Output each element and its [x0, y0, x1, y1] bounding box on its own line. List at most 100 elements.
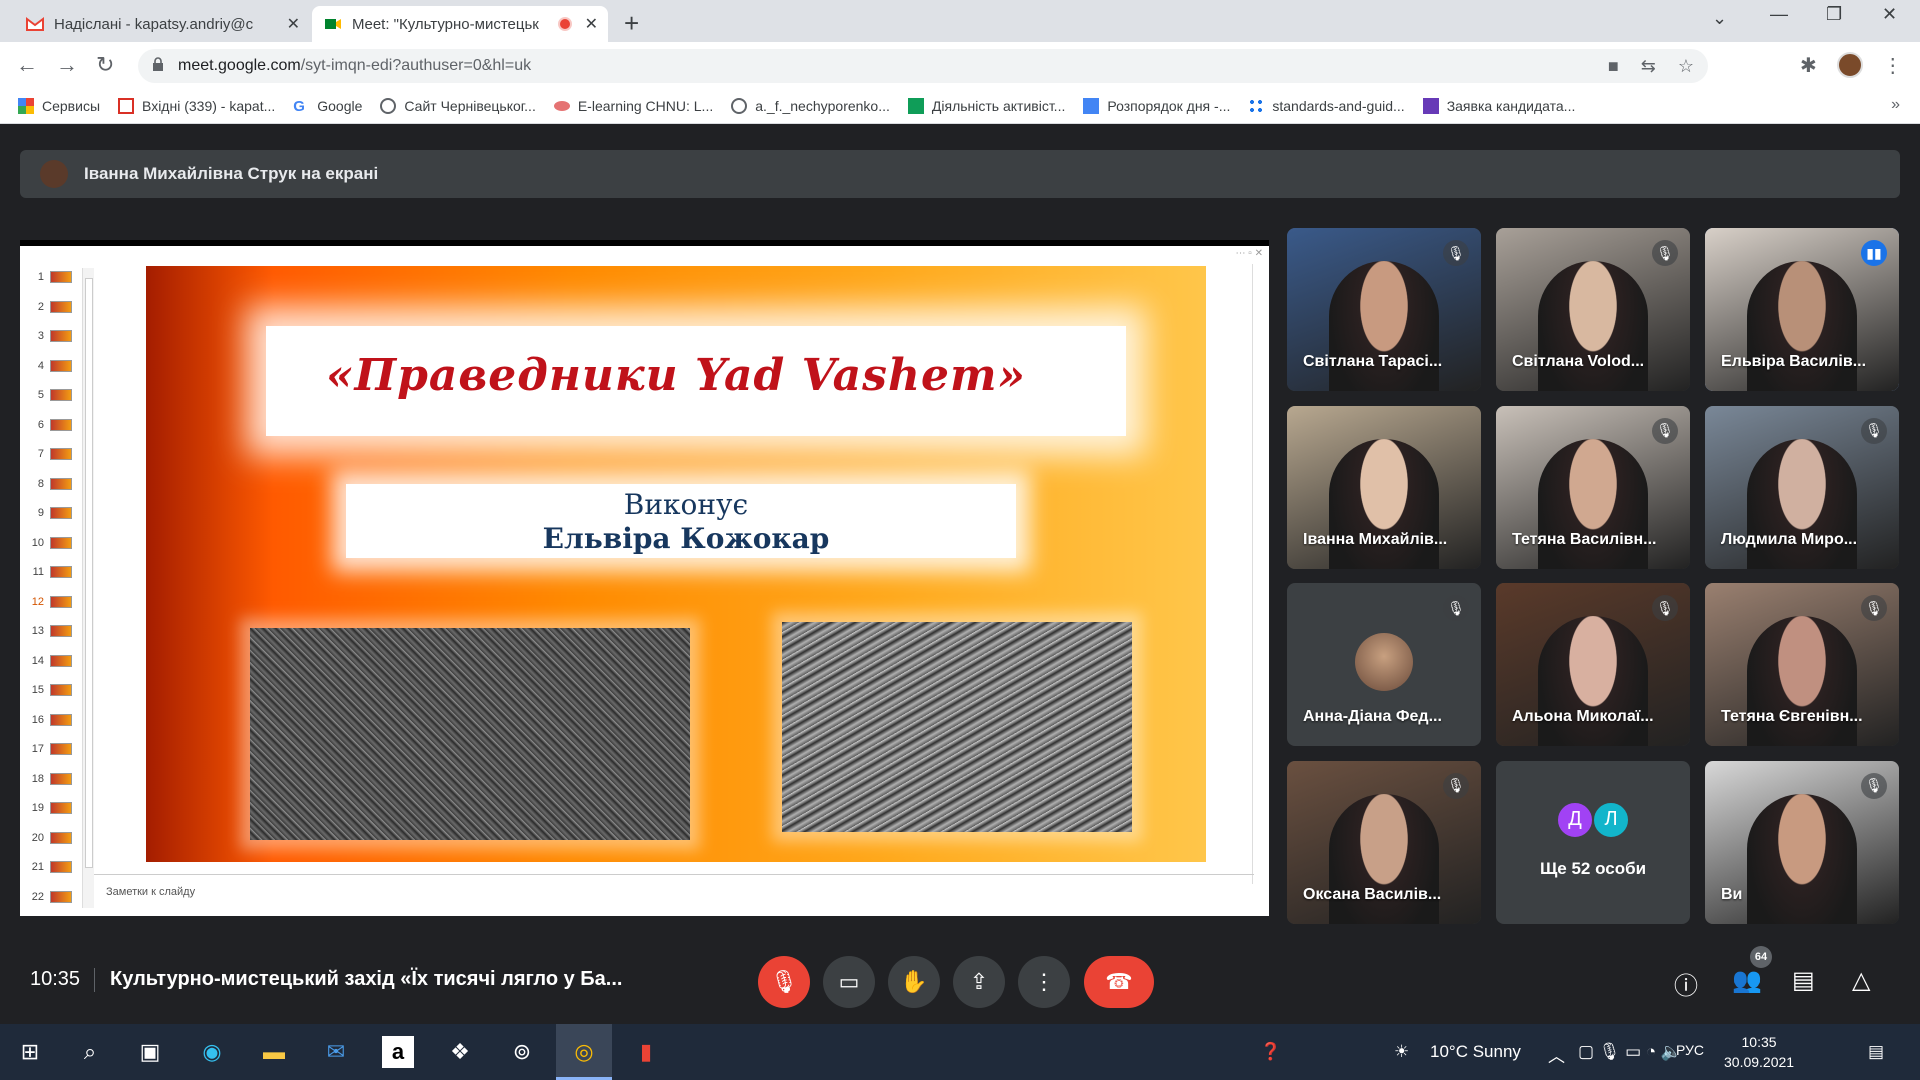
participant-tile[interactable]: 🎙 Анна-Діана Фед... — [1287, 583, 1481, 746]
star-icon[interactable]: ☆ — [1678, 56, 1694, 77]
slide-thumbnail[interactable]: 4 — [22, 355, 82, 377]
tray-icons[interactable]: ▢ 🎙 ▭ ◔ 🔈 — [1578, 1042, 1682, 1062]
bookmark-schedule[interactable]: Розпорядок дня -... — [1083, 97, 1230, 114]
slide-thumbnail[interactable]: 22 — [22, 886, 82, 908]
slide-thumbnail[interactable]: 19 — [22, 797, 82, 819]
participant-tile[interactable]: 🎙 Ви — [1705, 760, 1899, 924]
camera-icon[interactable]: ■ — [1608, 56, 1619, 77]
chrome-icon[interactable]: ◎ — [568, 1036, 600, 1068]
mic-off-button[interactable]: 🎙 — [758, 956, 810, 1008]
thumbnail-scrollbar[interactable] — [82, 268, 94, 908]
bookmark-application[interactable]: Заявка кандидата... — [1422, 97, 1575, 114]
participant-tile[interactable]: 🎙 Світлана Volod... — [1496, 228, 1690, 391]
maximize-button[interactable]: ❐ — [1826, 4, 1842, 25]
bookmark-nechyporenko[interactable]: a._f._nechyporenko... — [731, 97, 890, 114]
menu-icon[interactable]: ⋮ — [1883, 53, 1903, 78]
slide-thumbnail[interactable]: 18 — [22, 768, 82, 790]
file-explorer-icon[interactable]: ▬ — [258, 1036, 290, 1068]
slide-thumbnail[interactable]: 7 — [22, 443, 82, 465]
close-icon[interactable]: ✕ — [585, 14, 598, 34]
bookmark-standards[interactable]: standards-and-guid... — [1248, 97, 1405, 114]
reload-icon[interactable]: ↻ — [96, 52, 114, 78]
slide-thumbnail[interactable]: 8 — [22, 473, 82, 495]
slide-thumbnail[interactable]: 17 — [22, 738, 82, 760]
help-icon[interactable]: ❓ — [1260, 1042, 1281, 1062]
weather-text[interactable]: 10°C Sunny — [1430, 1042, 1521, 1062]
slide-thumbnail[interactable]: 2 — [22, 296, 82, 318]
people-icon[interactable]: 👥 — [1732, 966, 1762, 995]
participant-tile[interactable]: 🎙 Людмила Миро... — [1705, 405, 1899, 569]
bookmark-services[interactable]: Сервисы — [18, 97, 101, 114]
participant-tile[interactable]: 🎙 Альона Миколаї... — [1496, 583, 1690, 746]
presentation-stage[interactable]: 1 2 3 4 5 6 7 8 9 10 11 12 13 14 15 16 17 18 19 20 21 22 ⋯ ▫ … — [20, 240, 1269, 916]
slide-thumbnail[interactable]: 11 — [22, 561, 82, 583]
tab-meet[interactable]: Meet: "Культурно-мистецьк ✕ — [312, 6, 608, 42]
slide-thumbnail[interactable]: 12 — [22, 591, 82, 613]
search-icon[interactable]: ⌕ — [74, 1036, 106, 1068]
url-host: meet.google.com — [178, 57, 301, 74]
activities-icon[interactable]: △ — [1852, 966, 1870, 995]
forward-icon[interactable]: → — [56, 52, 78, 78]
minimize-button[interactable]: — — [1770, 4, 1788, 25]
address-bar[interactable]: meet.google.com/syt-imqn-edi?authuser=0&… — [138, 49, 1708, 83]
participant-tile[interactable]: Іванна Михайлів... — [1287, 405, 1481, 569]
amazon-icon[interactable]: a — [382, 1036, 414, 1068]
camera-button[interactable]: ▭ — [823, 956, 875, 1008]
historical-photo-crowd — [250, 628, 690, 840]
more-bookmarks-icon[interactable]: » — [1891, 96, 1900, 114]
close-icon[interactable]: ✕ — [287, 14, 300, 34]
edge-icon[interactable]: ◉ — [196, 1036, 228, 1068]
slide-thumbnail[interactable]: 1 — [22, 266, 82, 288]
new-tab-button[interactable]: + — [624, 8, 639, 39]
slide-thumbnail[interactable]: 3 — [22, 325, 82, 347]
language-indicator[interactable]: РУС — [1676, 1042, 1704, 1058]
app-icon[interactable]: ⊚ — [506, 1036, 538, 1068]
system-clock[interactable]: 10:35 30.09.2021 — [1724, 1032, 1794, 1072]
bookmark-label: Сервисы — [42, 97, 101, 114]
participant-tile[interactable]: 🎙 Тетяна Євгенівн... — [1705, 583, 1899, 746]
slide-thumbnail[interactable]: 15 — [22, 679, 82, 701]
window-close-button[interactable]: ✕ — [1882, 4, 1897, 25]
participant-figure — [1747, 616, 1857, 746]
slide-thumbnail[interactable]: 5 — [22, 384, 82, 406]
chat-icon[interactable]: ▤ — [1792, 966, 1815, 995]
participant-tile[interactable]: ▮▮ Ельвіра Василів... — [1705, 228, 1899, 391]
slide-scrollbar[interactable] — [1252, 264, 1264, 884]
leave-call-button[interactable]: ☎ — [1084, 956, 1154, 1008]
slide-notes[interactable]: Заметки к слайду — [106, 886, 195, 898]
slide-thumbnail[interactable]: 13 — [22, 620, 82, 642]
mail-icon[interactable]: ✉ — [320, 1036, 352, 1068]
translate-icon[interactable]: ⇆ — [1641, 56, 1656, 77]
windows-start-icon[interactable]: ⊞ — [14, 1036, 46, 1068]
bookmark-google[interactable]: G Google — [293, 98, 362, 115]
task-view-icon[interactable]: ▣ — [134, 1036, 166, 1068]
tray-chevron-icon[interactable]: ︿ — [1548, 1042, 1565, 1067]
slide-thumbnail[interactable]: 20 — [22, 827, 82, 849]
slide-thumbnail[interactable]: 14 — [22, 650, 82, 672]
slide-thumbnail[interactable]: 21 — [22, 856, 82, 878]
participant-tile[interactable]: 🎙 Оксана Василів... — [1287, 760, 1481, 924]
office-icon[interactable]: ▮ — [630, 1036, 662, 1068]
dropbox-icon[interactable]: ❖ — [444, 1036, 476, 1068]
slide-thumbnail[interactable]: 9 — [22, 502, 82, 524]
tab-gmail[interactable]: Надіслані - kapatsy.andriy@chnu ✕ — [14, 6, 310, 42]
more-options-button[interactable]: ⋮ — [1018, 956, 1070, 1008]
participant-tile[interactable]: 🎙 Світлана Тарасі... — [1287, 228, 1481, 391]
slide-thumbnail[interactable]: 10 — [22, 532, 82, 554]
present-button[interactable]: ⇪ — [953, 956, 1005, 1008]
info-icon[interactable]: ⓘ — [1674, 966, 1698, 1001]
bookmark-gmail[interactable]: Вхідні (339) - kapat... — [118, 97, 275, 114]
profile-avatar[interactable] — [1836, 52, 1863, 78]
notifications-icon[interactable]: ▤ — [1868, 1042, 1884, 1062]
extensions-icon[interactable]: ✱ — [1800, 53, 1817, 78]
slide-thumbnail[interactable]: 16 — [22, 709, 82, 731]
bookmark-elearning[interactable]: E-learning CHNU: L... — [553, 98, 713, 114]
raise-hand-button[interactable]: ✋ — [888, 956, 940, 1008]
back-icon[interactable]: ← — [16, 52, 38, 78]
bookmark-site[interactable]: Сайт Чернівецьког... — [380, 97, 536, 114]
more-participants-tile[interactable]: Д Л Ще 52 особи — [1496, 760, 1690, 924]
participant-tile[interactable]: 🎙 Тетяна Василівн... — [1496, 405, 1690, 569]
bookmark-activists[interactable]: Діяльність активіст... — [907, 97, 1065, 114]
tab-search-icon[interactable]: ⌄ — [1712, 8, 1727, 29]
slide-thumbnail[interactable]: 6 — [22, 414, 82, 436]
